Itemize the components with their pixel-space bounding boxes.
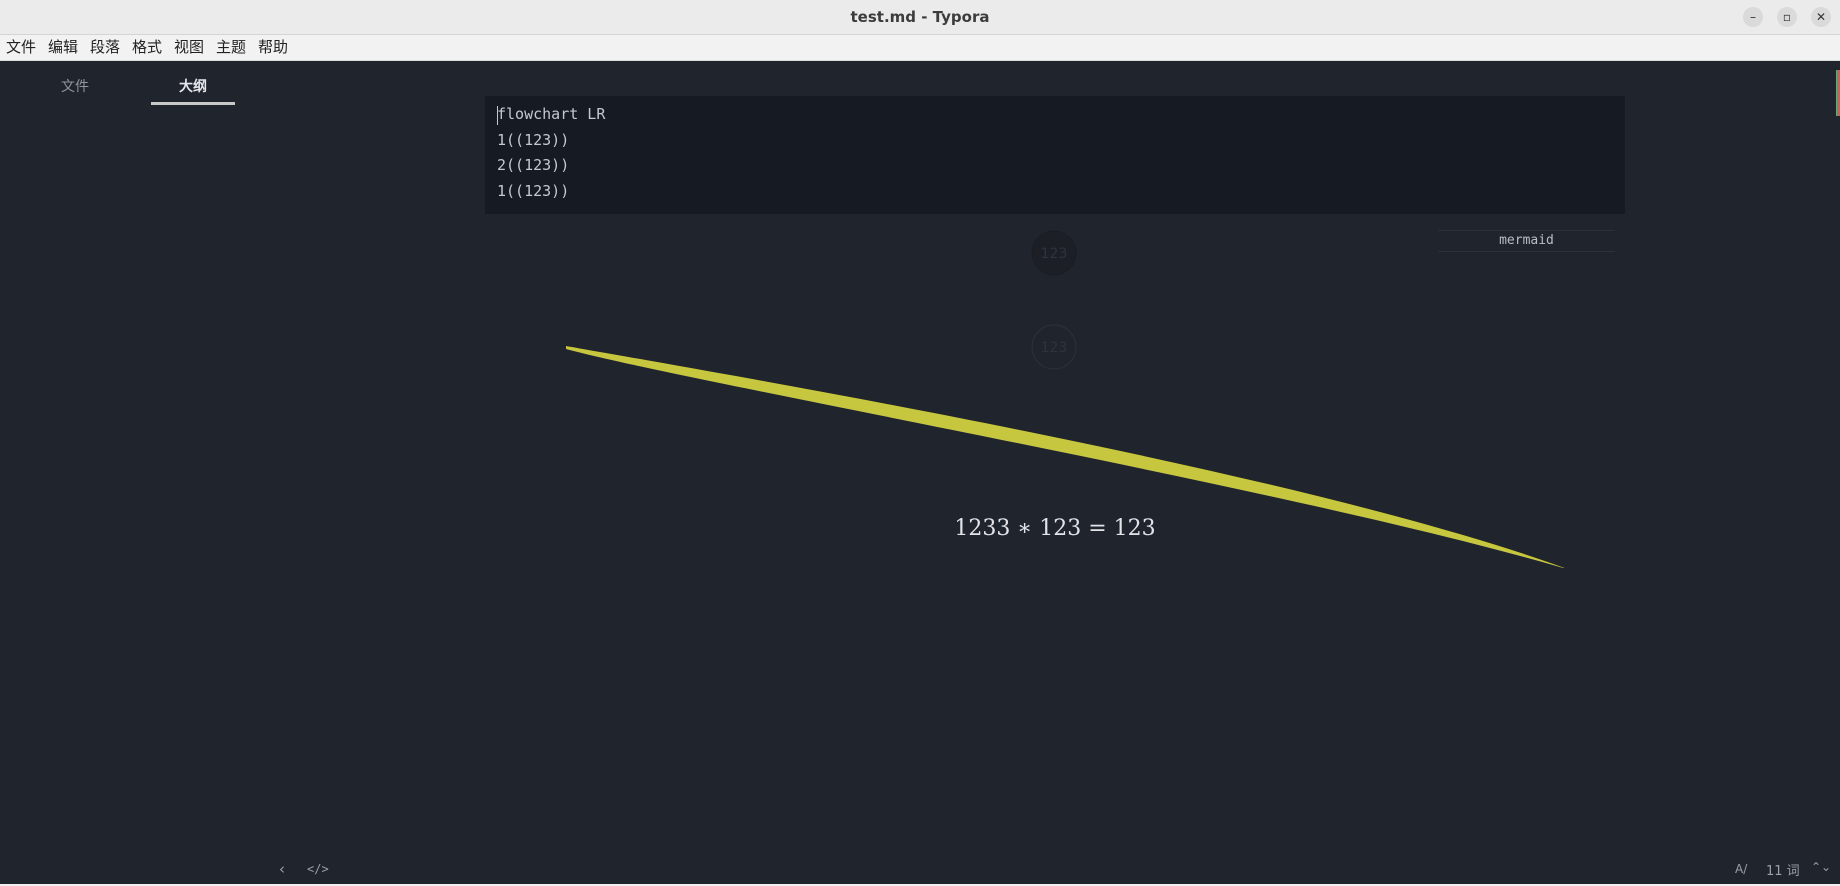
code-block[interactable]: flowchart LR 1((123)) 2((123)) 1((123)) bbox=[485, 96, 1625, 214]
code-line[interactable]: 1((123)) bbox=[497, 182, 569, 200]
node-label: 123 bbox=[1041, 340, 1068, 356]
math-block[interactable]: 1233 ∗ 123 = 123 bbox=[900, 516, 1210, 541]
diagram-node[interactable]: 123 bbox=[1031, 324, 1077, 370]
code-language-input[interactable]: mermaid bbox=[1438, 230, 1615, 252]
diagram-node[interactable]: 123 bbox=[1031, 230, 1077, 276]
spellcheck-icon[interactable]: A/ bbox=[1735, 862, 1747, 876]
code-line[interactable]: 2((123)) bbox=[497, 156, 569, 174]
code-line[interactable]: 1((123)) bbox=[497, 131, 569, 149]
word-count[interactable]: 11 词 bbox=[1766, 860, 1800, 879]
source-code-mode-icon[interactable]: </> bbox=[307, 862, 329, 876]
toggle-sidebar-icon[interactable]: ‹ bbox=[279, 860, 285, 878]
code-line[interactable]: flowchart LR bbox=[497, 105, 605, 123]
word-count-toggle-icon[interactable]: ⌃⌄ bbox=[1811, 860, 1831, 874]
node-label: 123 bbox=[1041, 246, 1068, 262]
typora-window: test.md - Typora – ▫ ✕ 文件 编辑 段落 格式 视图 主题… bbox=[0, 0, 1840, 886]
scrollbar-thumb[interactable] bbox=[1836, 70, 1840, 116]
